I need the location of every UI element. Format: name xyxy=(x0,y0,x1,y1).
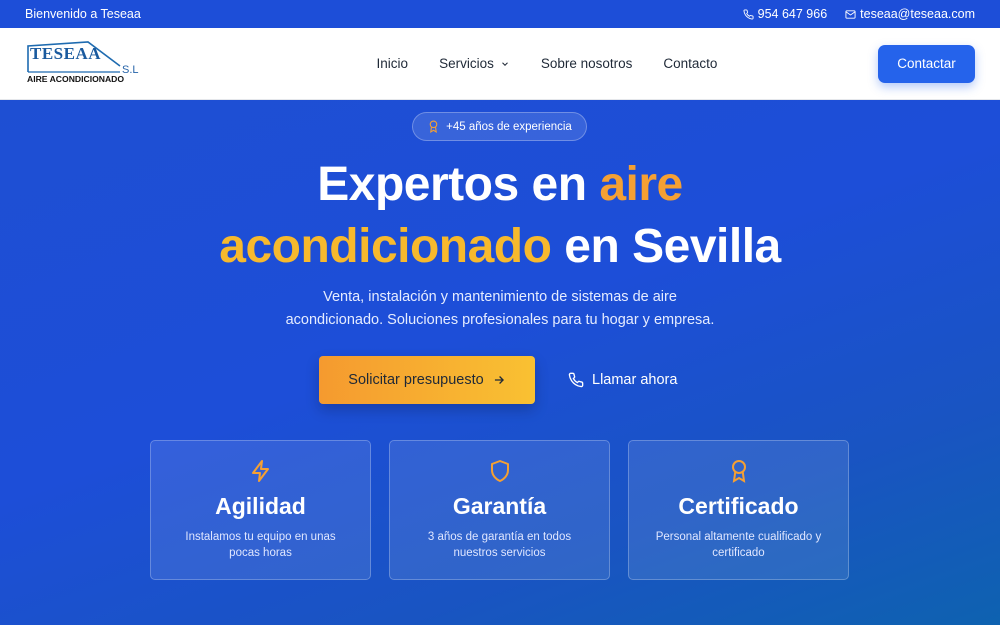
nav-item-label: Sobre nosotros xyxy=(540,56,633,71)
call-now-button[interactable]: Llamar ahora xyxy=(568,356,677,404)
experience-badge: +45 años de experiencia xyxy=(412,112,587,141)
primary-nav: Inicio Servicios Sobre nosotros Contacto xyxy=(377,56,718,71)
subtitle-line: Venta, instalación y mantenimiento de si… xyxy=(323,289,677,305)
feature-description: Personal altamente cualificado y certifi… xyxy=(655,531,822,559)
feature-title: Certificado xyxy=(678,493,799,519)
award-icon xyxy=(429,120,438,133)
arrow-right-icon xyxy=(494,376,504,384)
hero-section: +45 años de experiencia Expertos en aire… xyxy=(0,100,1000,625)
phone-link[interactable]: 954 647 966 xyxy=(743,7,828,21)
chevron-down-icon xyxy=(501,61,508,66)
nav-item-contacto[interactable]: Contacto xyxy=(663,56,717,71)
contactar-button[interactable]: Contactar xyxy=(877,44,975,83)
headline-accent: aire xyxy=(599,158,683,211)
request-quote-label: Solicitar presupuesto xyxy=(348,372,484,388)
award-icon xyxy=(731,460,746,483)
phone-number: 954 647 966 xyxy=(757,7,828,21)
headline-text: en Sevilla xyxy=(551,220,781,273)
hero-subtitle: Venta, instalación y mantenimiento de si… xyxy=(0,286,1000,332)
feature-card-agilidad: Agilidad Instalamos tu equipo en unas po… xyxy=(150,440,371,580)
feature-description: 3 años de garantía en todos nuestros ser… xyxy=(427,531,572,559)
nav-item-servicios[interactable]: Servicios xyxy=(439,56,510,71)
headline-accent: acondicionado xyxy=(219,220,552,273)
nav-item-sobre-nosotros[interactable]: Sobre nosotros xyxy=(541,56,633,71)
headline-text: Expertos en xyxy=(317,158,600,211)
nav-item-inicio[interactable]: Inicio xyxy=(377,56,409,71)
email-link[interactable]: teseaa@teseaa.com xyxy=(845,7,975,21)
feature-title: Garantía xyxy=(452,493,547,519)
nav-item-label: Contacto xyxy=(663,56,718,71)
request-quote-button[interactable]: Solicitar presupuesto xyxy=(319,356,535,404)
feature-description: Instalamos tu equipo en unas pocas horas xyxy=(185,531,336,559)
logo-subtitle: AIRE ACONDICIONADO xyxy=(27,73,125,84)
logo-suffix: S.L xyxy=(122,63,139,76)
top-bar: Bienvenido a Teseaa 954 647 966 teseaa@t… xyxy=(0,0,1000,28)
subtitle-line: acondicionado. Soluciones profesionales … xyxy=(285,312,715,328)
company-logo[interactable]: TESEAA S.L AIRE ACONDICIONADO xyxy=(26,40,139,88)
feature-card-garantia: Garantía 3 años de garantía en todos nue… xyxy=(389,440,610,580)
call-now-label: Llamar ahora xyxy=(592,372,678,388)
top-contact-info: 954 647 966 teseaa@teseaa.com xyxy=(743,7,975,21)
shield-icon xyxy=(490,460,509,482)
nav-item-label: Servicios xyxy=(439,56,494,71)
nav-item-label: Inicio xyxy=(376,56,409,71)
email-address: teseaa@teseaa.com xyxy=(860,7,975,21)
hero-headline: Expertos en aire acondicionado en Sevill… xyxy=(0,154,1000,278)
experience-badge-text: +45 años de experiencia xyxy=(446,120,572,133)
mail-icon xyxy=(845,9,856,19)
phone-icon xyxy=(568,372,584,388)
lightning-icon xyxy=(251,460,269,482)
feature-card-certificado: Certificado Personal altamente cualifica… xyxy=(628,440,849,580)
welcome-text: Bienvenido a Teseaa xyxy=(25,7,141,21)
feature-title: Agilidad xyxy=(215,493,306,519)
logo-name: TESEAA xyxy=(30,43,102,63)
main-navbar: TESEAA S.L AIRE ACONDICIONADO Inicio Ser… xyxy=(0,28,1000,100)
phone-icon xyxy=(743,8,754,19)
